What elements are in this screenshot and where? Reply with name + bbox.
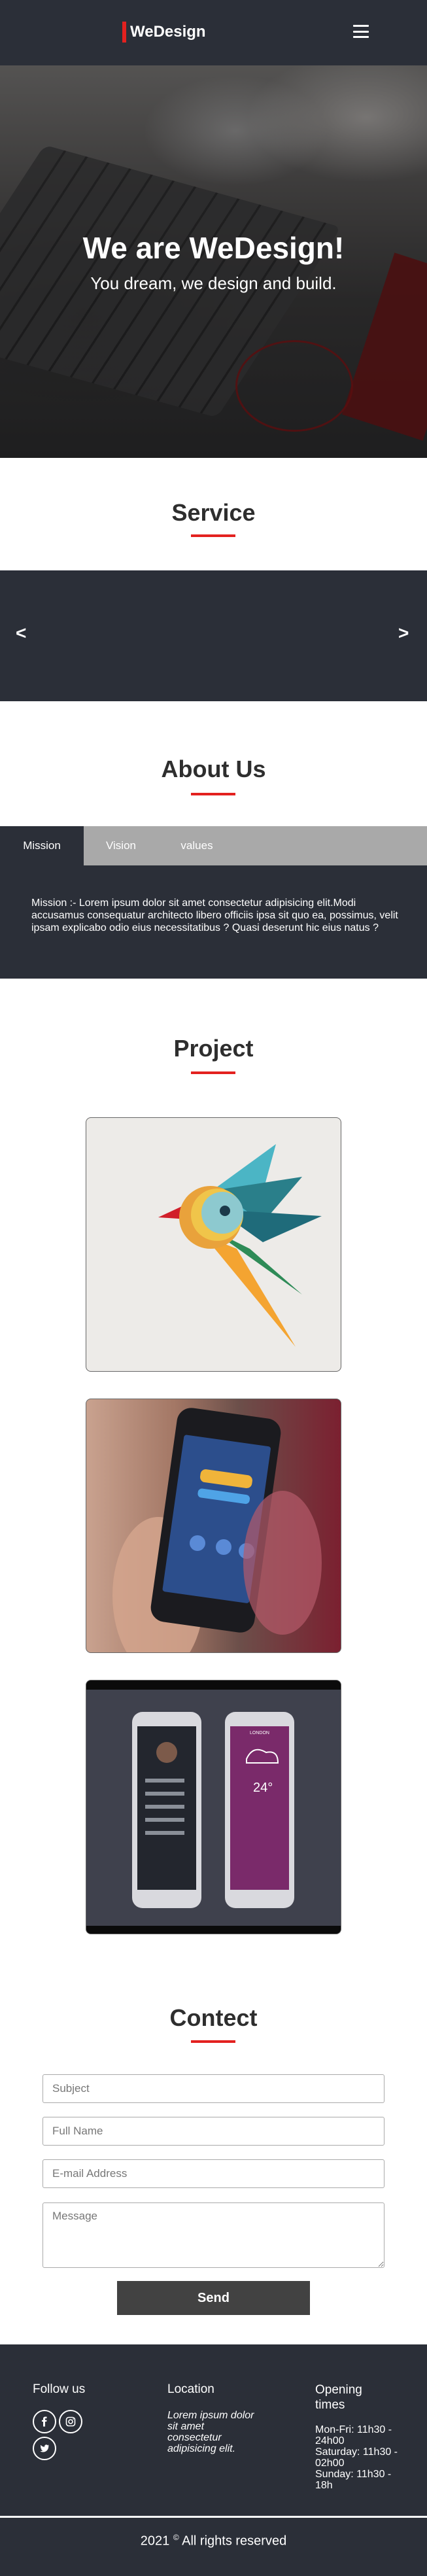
phone-in-hand-image [112, 1408, 322, 1652]
tab-vision[interactable]: Vision [84, 826, 158, 865]
subject-input[interactable] [43, 2074, 384, 2103]
contact-heading: Contect [169, 2004, 258, 2031]
send-button[interactable]: Send [117, 2281, 310, 2315]
footer-divider [0, 2516, 427, 2518]
about-tab-content: Mission :- Lorem ipsum dolor sit amet co… [31, 897, 398, 933]
about-tab-bar: Mission Vision values [0, 826, 427, 865]
full-name-input[interactable] [43, 2117, 384, 2146]
brand-name: WeDesign [130, 23, 206, 41]
project-card-app-mockups[interactable]: LONDON 24° [86, 1680, 341, 1934]
service-carousel: < > [0, 570, 427, 701]
hero-title: We are WeDesign! [82, 231, 345, 265]
hours-sunday: Sunday: 11h30 - 18h [315, 2469, 392, 2491]
message-textarea[interactable] [43, 2202, 384, 2268]
service-heading: Service [171, 499, 256, 526]
email-input[interactable] [43, 2159, 384, 2188]
twitter-icon[interactable] [33, 2437, 56, 2460]
carousel-prev-arrow-icon[interactable]: < [16, 623, 26, 644]
hours-saturday: Saturday: 11h30 - 02h00 [315, 2446, 398, 2469]
tab-mission[interactable]: Mission [0, 826, 84, 865]
brand-accent-bar [122, 22, 126, 43]
contact-heading-underline [191, 2040, 235, 2043]
mockup-temperature-label: 24° [253, 1781, 273, 1795]
service-heading-underline [191, 534, 235, 537]
app-mockups-image: LONDON 24° [86, 1680, 341, 1934]
project-heading: Project [173, 1035, 254, 1062]
brand-logo[interactable]: WeDesign [122, 22, 206, 43]
project-heading-underline [191, 1071, 235, 1074]
mockup-city-label: LONDON [250, 1731, 269, 1735]
opening-times-heading: Opening times [315, 2383, 362, 2412]
hours-weekdays: Mon-Fri: 11h30 - 24h00 [315, 2424, 392, 2446]
about-heading: About Us [161, 756, 266, 782]
footer: Follow us Location Lorem ipsum dolor sit… [0, 2344, 427, 2576]
navbar: WeDesign [0, 0, 427, 65]
opening-hours-list: Mon-Fri: 11h30 - 24h00 Saturday: 11h30 -… [315, 2424, 400, 2491]
copyright-text: 2021 © All rights reserved [140, 2533, 287, 2549]
project-card-phone-app[interactable] [86, 1399, 341, 1653]
hamburger-menu-icon[interactable] [353, 25, 369, 38]
follow-us-heading: Follow us [33, 2382, 86, 2396]
about-heading-underline [191, 793, 235, 795]
carousel-next-arrow-icon[interactable]: > [398, 623, 409, 644]
facebook-icon[interactable] [33, 2410, 56, 2433]
location-text: Lorem ipsum dolor sit amet consectetur a… [167, 2410, 254, 2454]
about-tab-panel: Mission :- Lorem ipsum dolor sit amet co… [0, 865, 427, 979]
tab-values[interactable]: values [158, 826, 235, 865]
project-card-bird-logo[interactable] [86, 1117, 341, 1372]
bird-logo-image [158, 1144, 322, 1347]
location-heading: Location [167, 2382, 214, 2396]
hero-banner: We are WeDesign! You dream, we design an… [0, 65, 427, 458]
hero-subtitle: You dream, we design and build. [90, 273, 337, 293]
instagram-icon[interactable] [59, 2410, 82, 2433]
